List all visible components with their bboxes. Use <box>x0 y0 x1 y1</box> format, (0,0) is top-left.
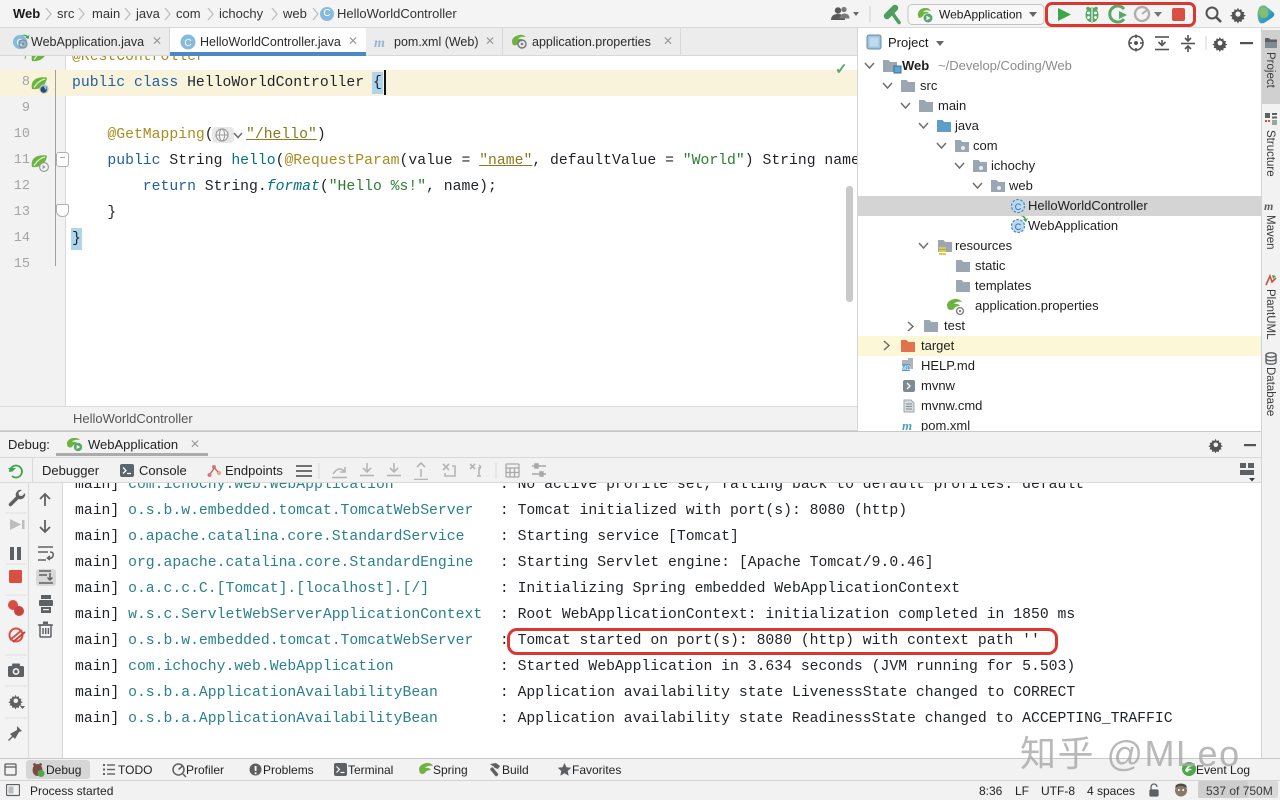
svg-text:C: C <box>1015 202 1022 212</box>
svg-text:C: C <box>1015 222 1022 232</box>
svg-text:WebApplication: WebApplication <box>939 8 1022 22</box>
svg-text:m: m <box>1264 199 1273 213</box>
svg-text:C: C <box>184 38 191 49</box>
svg-text:m: m <box>902 418 912 431</box>
svg-text:MD: MD <box>901 366 911 372</box>
svg-text:m: m <box>374 36 385 51</box>
